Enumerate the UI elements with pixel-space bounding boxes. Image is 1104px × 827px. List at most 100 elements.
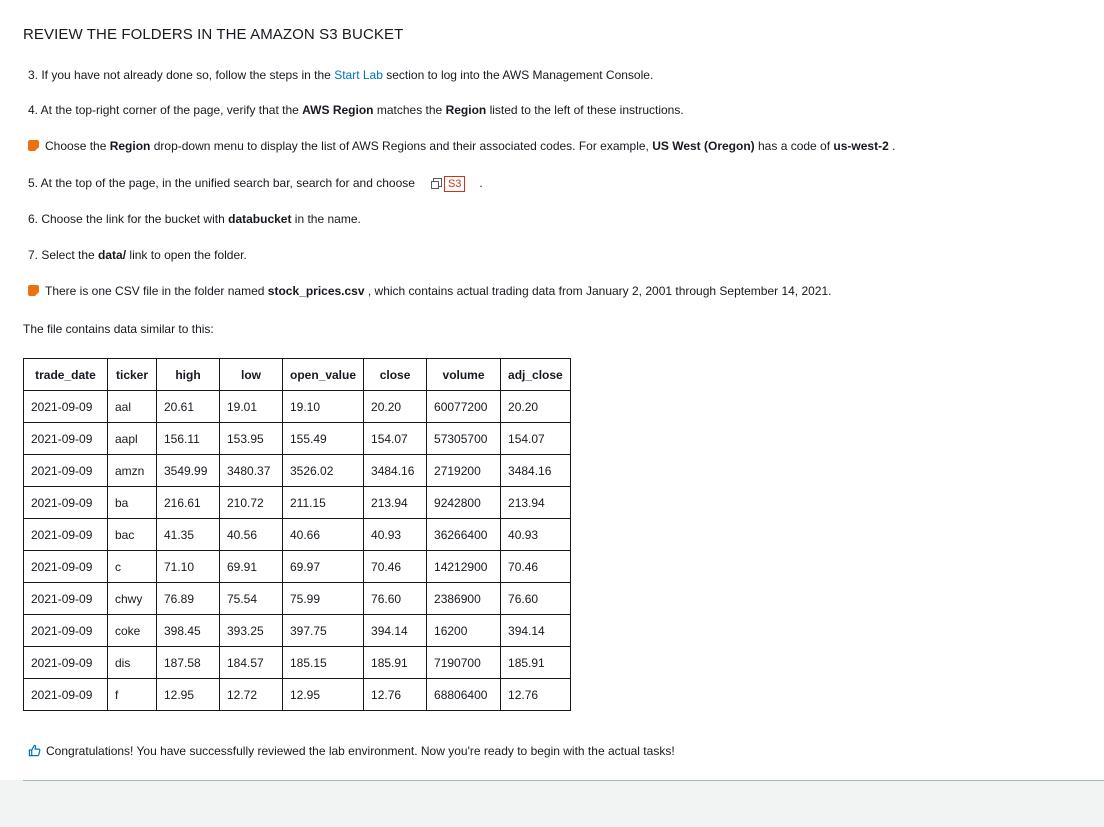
table-cell: 185.91 [500, 646, 571, 679]
table-row: 2021-09-09 coke 398.45 393.25 397.75 394.14 16… [23, 614, 571, 647]
table-cell: 2021-09-09 [23, 390, 108, 423]
page: REVIEW THE FOLDERS IN THE AMAZON S3 BUCK… [0, 0, 1104, 827]
table-cell: 393.25 [219, 614, 283, 647]
column-header: open_value [281, 358, 365, 391]
step-7: 7. Select the data/ link to open the fol… [28, 248, 247, 262]
column-header: ticker [107, 358, 157, 391]
table-cell: 2386900 [426, 582, 502, 615]
table-cell: 75.99 [281, 582, 365, 615]
table-cell: 20.61 [156, 390, 220, 423]
table-cell: 12.72 [219, 678, 283, 711]
table-cell: 40.56 [219, 518, 283, 551]
table-cell: 2021-09-09 [23, 678, 108, 711]
table-cell: dis [107, 646, 157, 679]
table-cell: 397.75 [281, 614, 365, 647]
column-header: close [363, 358, 428, 391]
table-cell: 69.91 [219, 550, 283, 583]
table-cell: bac [107, 518, 157, 551]
table-cell: c [107, 550, 157, 583]
table-cell: 19.01 [219, 390, 283, 423]
table-cell: 156.11 [156, 422, 220, 455]
table-cell: 2021-09-09 [23, 582, 108, 615]
table-cell: 213.94 [500, 486, 571, 519]
table-cell: 40.66 [281, 518, 365, 551]
table-cell: 394.14 [363, 614, 428, 647]
table-cell: 2719200 [426, 454, 502, 487]
csv-note: There is one CSV file in the folder name… [28, 283, 832, 299]
congrats-message: Congratulations! You have successfully r… [28, 744, 675, 758]
table-row: 2021-09-09 bac 41.35 40.56 40.66 40.93 3626640… [23, 518, 571, 551]
table-cell: 7190700 [426, 646, 502, 679]
table-cell: aal [107, 390, 157, 423]
table-cell: 3484.16 [500, 454, 571, 487]
table-cell: 213.94 [363, 486, 428, 519]
table-cell: 20.20 [500, 390, 571, 423]
note-icon [28, 140, 39, 151]
column-header: adj_close [500, 358, 571, 391]
instructions-panel: REVIEW THE FOLDERS IN THE AMAZON S3 BUCK… [0, 0, 1104, 780]
step-4: 4. At the top-right corner of the page, … [28, 103, 684, 117]
start-lab-link[interactable]: Start Lab [334, 68, 383, 82]
table-row: 2021-09-09 ba 216.61 210.72 211.15 213.94 9242… [23, 486, 571, 519]
table-row: 2021-09-09 f 12.95 12.72 12.95 12.76 68806400 1… [23, 678, 571, 711]
table-cell: 70.46 [363, 550, 428, 583]
table-cell: 20.20 [363, 390, 428, 423]
column-header: low [219, 358, 283, 391]
table-cell: 3549.99 [156, 454, 220, 487]
table-row: 2021-09-09 dis 187.58 184.57 185.15 185.91 719… [23, 646, 571, 679]
table-cell: 154.07 [500, 422, 571, 455]
table-cell: 155.49 [281, 422, 365, 455]
table-cell: 3526.02 [281, 454, 365, 487]
column-header: high [156, 358, 220, 391]
table-cell: 187.58 [156, 646, 220, 679]
table-cell: 36266400 [426, 518, 502, 551]
table-cell: 69.97 [281, 550, 365, 583]
table-cell: 154.07 [363, 422, 428, 455]
table-cell: 210.72 [219, 486, 283, 519]
thumbs-up-icon [28, 744, 41, 757]
table-cell: 70.46 [500, 550, 571, 583]
table-cell: 76.89 [156, 582, 220, 615]
copy-icon[interactable] [430, 178, 442, 189]
table-cell: 40.93 [500, 518, 571, 551]
table-cell: 2021-09-09 [23, 518, 108, 551]
table-cell: 75.54 [219, 582, 283, 615]
table-cell: 19.10 [281, 390, 365, 423]
table-cell: 9242800 [426, 486, 502, 519]
table-cell: 12.95 [281, 678, 365, 711]
table-row: 2021-09-09 c 71.10 69.91 69.97 70.46 14212900 7… [23, 550, 571, 583]
table-cell: 394.14 [500, 614, 571, 647]
section-title: REVIEW THE FOLDERS IN THE AMAZON S3 BUCK… [23, 26, 404, 43]
stock-prices-table: trade_date ticker high low open_value cl… [23, 358, 571, 711]
table-cell: 216.61 [156, 486, 220, 519]
table-header-row: trade_date ticker high low open_value cl… [23, 358, 571, 391]
table-cell: 153.95 [219, 422, 283, 455]
table-cell: 3480.37 [219, 454, 283, 487]
table-cell: 60077200 [426, 390, 502, 423]
table-row: 2021-09-09 aapl 156.11 153.95 155.49 154.07 57… [23, 422, 571, 455]
note-icon [28, 285, 39, 296]
step-5: 5. At the top of the page, in the unifie… [28, 176, 483, 192]
table-cell: 2021-09-09 [23, 646, 108, 679]
table-cell: 398.45 [156, 614, 220, 647]
table-cell: 185.15 [281, 646, 365, 679]
table-cell: 76.60 [500, 582, 571, 615]
table-cell: aapl [107, 422, 157, 455]
table-cell: 2021-09-09 [23, 550, 108, 583]
table-cell: 2021-09-09 [23, 422, 108, 455]
table-cell: 68806400 [426, 678, 502, 711]
table-cell: 12.76 [363, 678, 428, 711]
table-cell: f [107, 678, 157, 711]
table-cell: 211.15 [281, 486, 365, 519]
table-cell: 3484.16 [363, 454, 428, 487]
s3-service-badge: S3 [443, 176, 466, 192]
table-cell: amzn [107, 454, 157, 487]
table-cell: 40.93 [363, 518, 428, 551]
table-cell: 71.10 [156, 550, 220, 583]
table-cell: 14212900 [426, 550, 502, 583]
step-3: 3. If you have not already done so, foll… [28, 68, 654, 82]
table-cell: 2021-09-09 [23, 454, 108, 487]
region-note: Choose the Region drop-down menu to disp… [28, 138, 895, 154]
table-row: 2021-09-09 aal 20.61 19.01 19.10 20.20 6007720… [23, 390, 571, 423]
table-cell: ba [107, 486, 157, 519]
